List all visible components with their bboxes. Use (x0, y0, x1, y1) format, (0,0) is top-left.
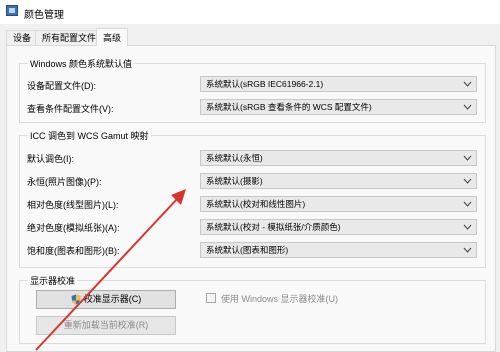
gamut-mapping-title: ICC 调色到 WCS Gamut 映射 (28, 129, 151, 142)
advanced-panel: Windows 颜色系统默认值 设备配置文件(D): 系统默认(sRGB IEC… (6, 45, 496, 352)
display-calibration-title: 显示器校准 (28, 274, 78, 287)
chevron-down-icon (463, 81, 472, 87)
device-profile-select[interactable]: 系统默认(sRGB IEC61966-2.1) (200, 76, 477, 92)
reload-calibration-button[interactable]: 重新加载当前校准(R) (36, 316, 176, 335)
use-windows-calibration-label: 使用 Windows 显示器校准(U) (221, 294, 339, 304)
default-rendering-select[interactable]: 系统默认(永恒) (200, 150, 477, 166)
perceptual-select[interactable]: 系统默认(摄影) (200, 173, 477, 189)
use-windows-calibration-checkbox[interactable] (206, 293, 216, 303)
viewing-conditions-label: 查看条件配置文件(V): (27, 104, 114, 114)
window-title: 颜色管理 (24, 10, 64, 21)
relative-colorimetric-select[interactable]: 系统默认(校对和线性图片) (200, 196, 477, 212)
chevron-down-icon (463, 201, 472, 207)
uac-shield-icon (71, 294, 81, 305)
windows-defaults-title: Windows 颜色系统默认值 (28, 57, 135, 70)
saturation-label: 饱和度(图表和图形)(B): (27, 246, 120, 256)
default-rendering-label: 默认调色(I): (27, 154, 74, 164)
device-profile-label: 设备配置文件(D): (27, 81, 96, 91)
chevron-down-icon (463, 224, 472, 230)
chevron-down-icon (463, 104, 472, 110)
chevron-down-icon (463, 178, 472, 184)
tab-advanced[interactable]: 高级 (96, 28, 129, 46)
color-management-icon (6, 5, 18, 16)
chevron-down-icon (463, 155, 472, 161)
saturation-select[interactable]: 系统默认(图表和图形) (200, 242, 477, 258)
relative-colorimetric-label: 相对色度(线型图片)(L): (27, 200, 119, 210)
tab-devices[interactable]: 设备 (6, 30, 39, 45)
title-bar: 颜色管理 (0, 0, 500, 24)
chevron-down-icon (463, 247, 472, 253)
tab-all-profiles[interactable]: 所有配置文件 (35, 30, 104, 45)
absolute-colorimetric-select[interactable]: 系统默认(校对 - 模拟纸张/介质颜色) (200, 219, 477, 235)
absolute-colorimetric-label: 绝对色度(模拟纸张)(A): (27, 223, 120, 233)
calibrate-display-button[interactable]: 校准显示器(C) (36, 290, 176, 309)
perceptual-label: 永恒(照片图像)(P): (27, 177, 102, 187)
viewing-conditions-select[interactable]: 系统默认(sRGB 查看条件的 WCS 配置文件) (200, 99, 477, 115)
